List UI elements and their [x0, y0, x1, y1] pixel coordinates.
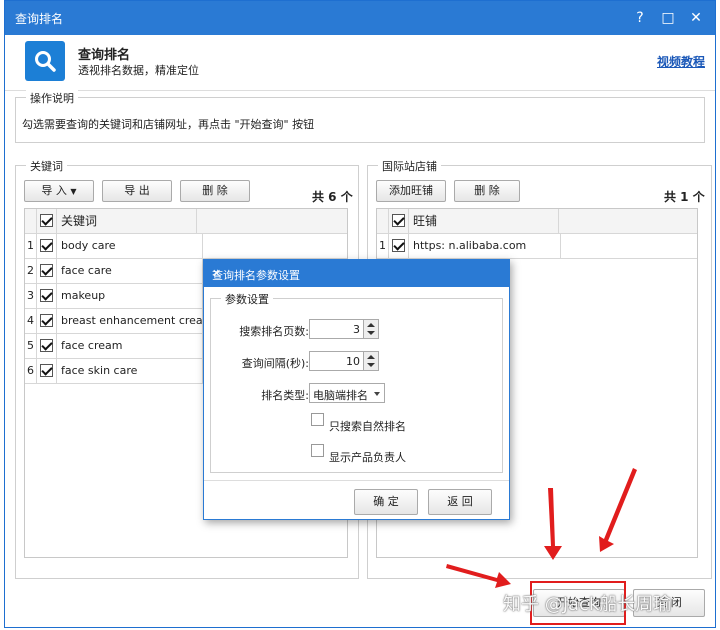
arrow-down-icon [544, 488, 562, 560]
arrow-right-icon [446, 564, 511, 588]
arrow-down-right-icon [599, 468, 637, 552]
annotation-arrows [446, 468, 637, 588]
watermark: 知乎 @Jack船长周瑜 [503, 594, 672, 615]
